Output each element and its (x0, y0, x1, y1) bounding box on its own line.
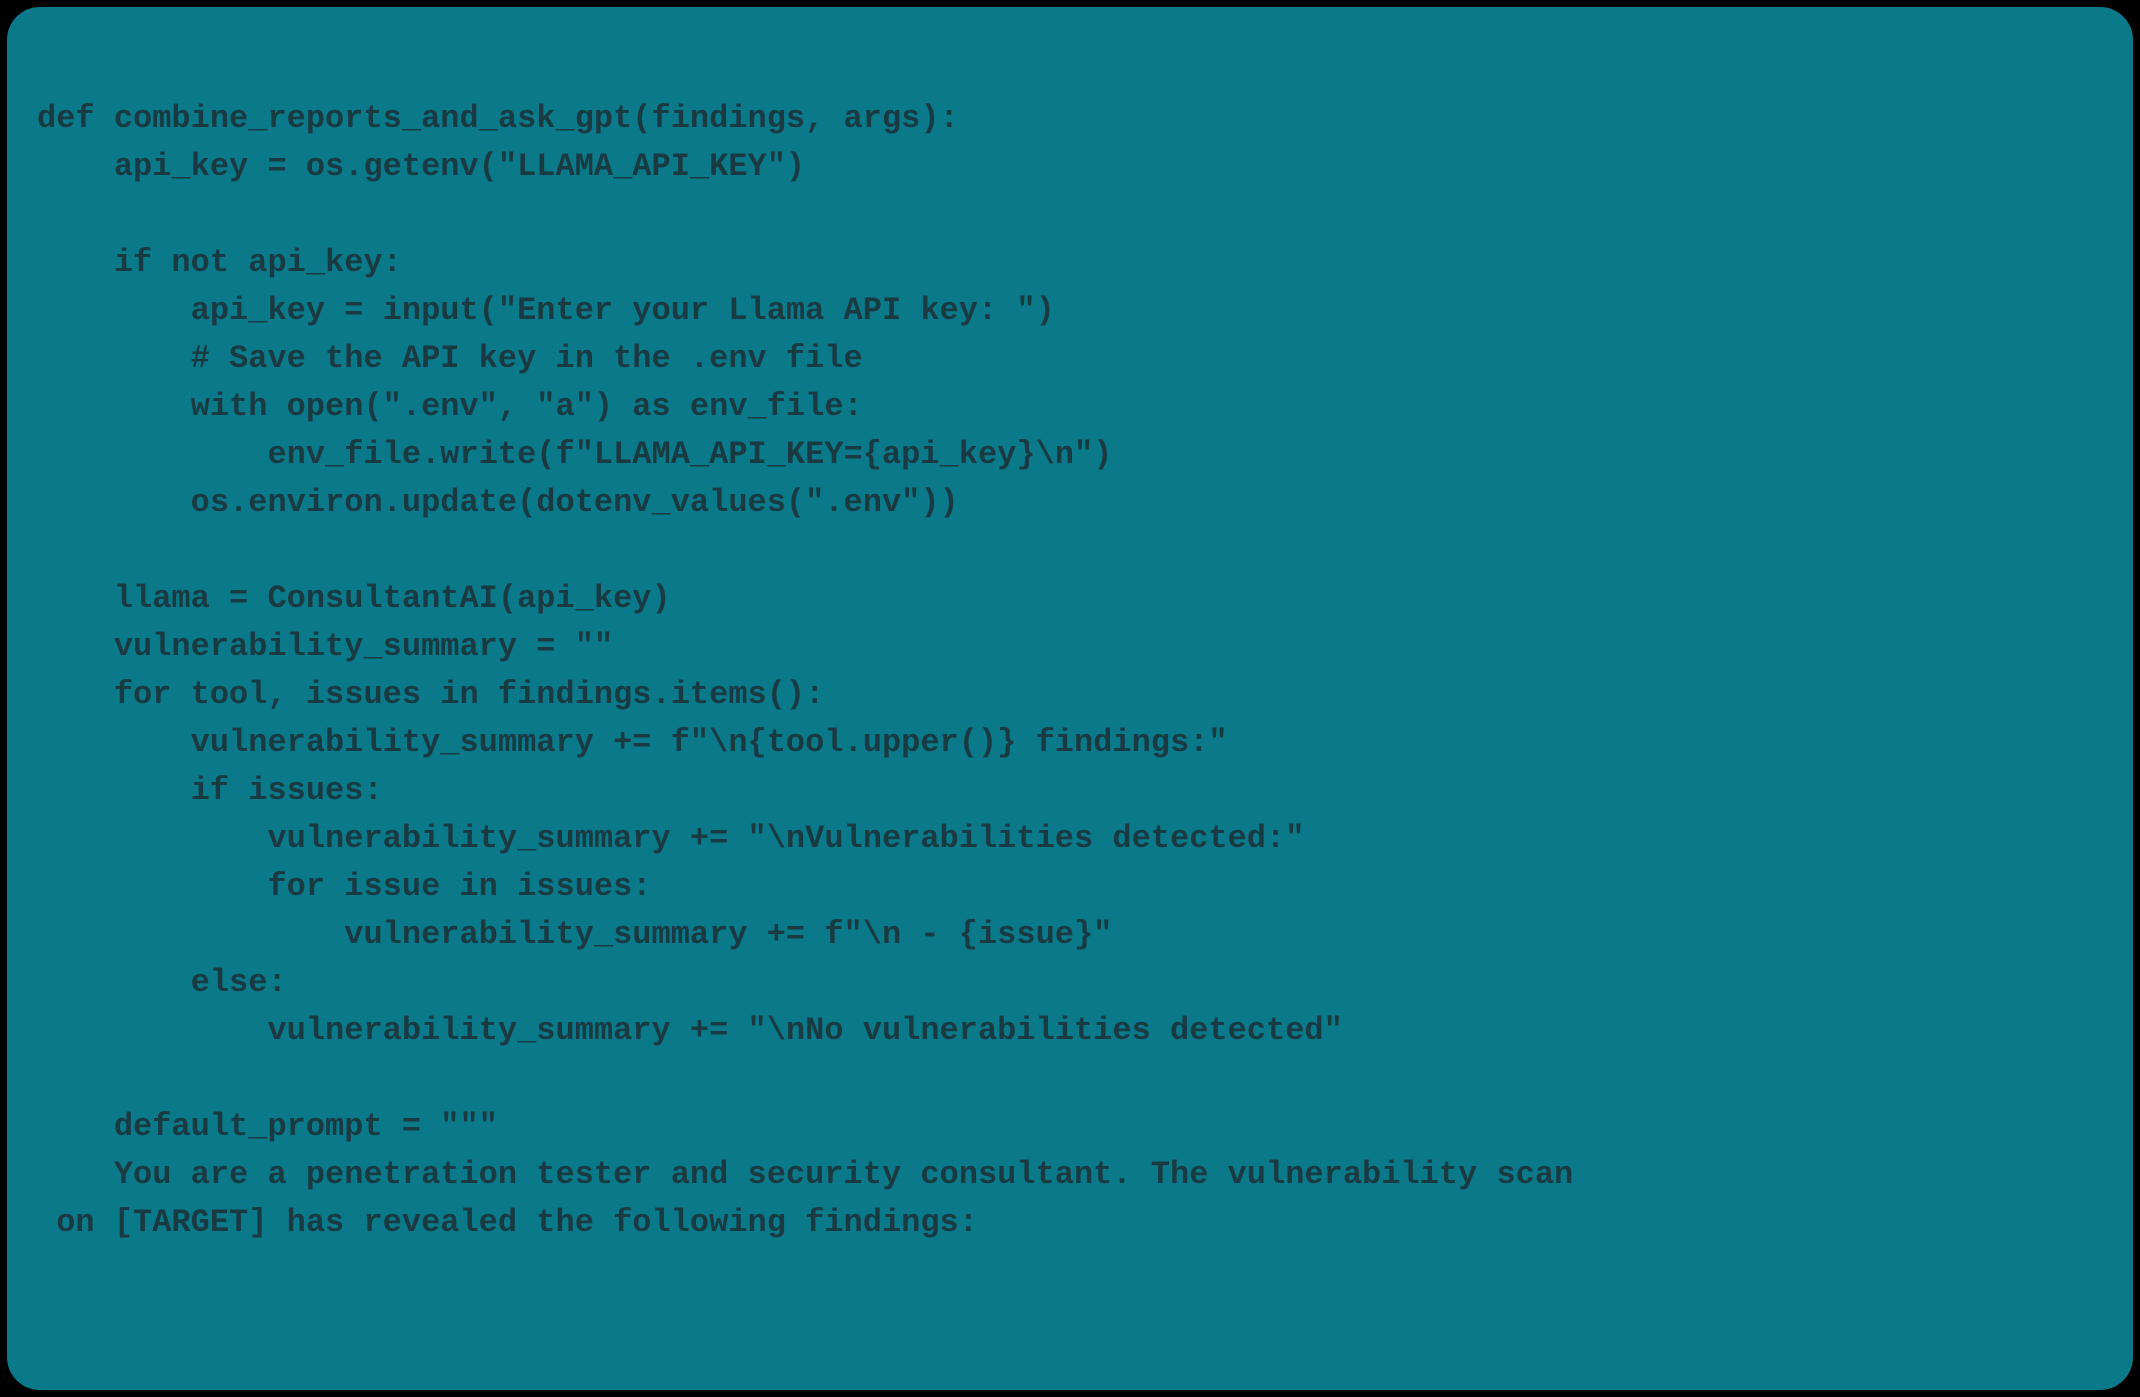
code-panel: def combine_reports_and_ask_gpt(findings… (4, 4, 2136, 1393)
code-block: def combine_reports_and_ask_gpt(findings… (37, 47, 2103, 1247)
